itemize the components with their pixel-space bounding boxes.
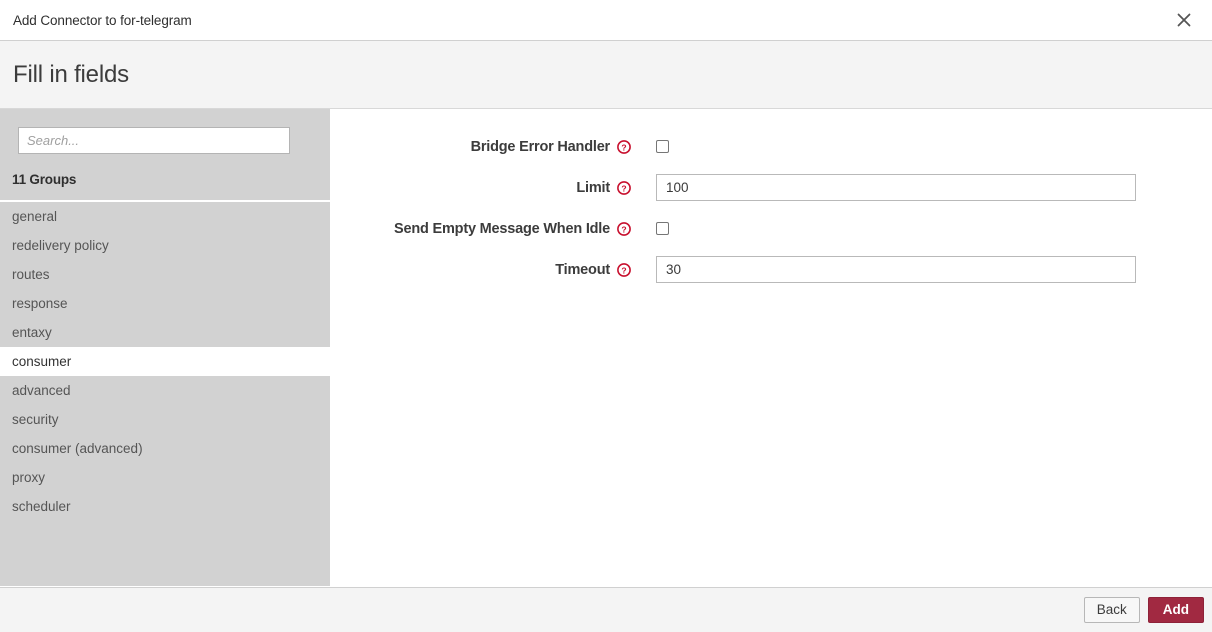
search-container xyxy=(0,109,330,154)
add-button[interactable]: Add xyxy=(1148,597,1204,623)
dialog-footer: Back Add xyxy=(0,587,1212,632)
field-label-timeout: Timeout xyxy=(330,262,610,278)
sidebar-filler xyxy=(0,554,330,587)
sidebar-item-label: routes xyxy=(12,267,50,282)
sidebar-item-security[interactable]: security xyxy=(0,405,330,434)
sidebar-item-label: consumer xyxy=(12,354,71,369)
dialog-body: 11 Groups general redelivery policy routes… xyxy=(0,109,1212,587)
help-circle-icon[interactable]: ? xyxy=(617,181,631,195)
svg-text:?: ? xyxy=(621,142,626,152)
form-row-timeout: Timeout? xyxy=(330,249,1212,290)
back-button[interactable]: Back xyxy=(1084,597,1140,623)
sidebar-item-label: response xyxy=(12,296,68,311)
sidebar-item-label: security xyxy=(12,412,59,427)
input-limit[interactable] xyxy=(656,174,1136,201)
field-label-limit: Limit xyxy=(330,180,610,196)
sidebar-item-response[interactable]: response xyxy=(0,289,330,318)
dialog-title: Add Connector to for-telegram xyxy=(13,13,192,28)
sidebar-item-advanced[interactable]: advanced xyxy=(0,376,330,405)
sidebar-item-routes[interactable]: routes xyxy=(0,260,330,289)
sidebar-item-proxy[interactable]: proxy xyxy=(0,463,330,492)
dialog-titlebar: Add Connector to for-telegram xyxy=(0,0,1212,41)
field-control-limit xyxy=(656,174,1136,201)
help-circle-icon[interactable]: ? xyxy=(617,222,631,236)
svg-text:?: ? xyxy=(621,183,626,193)
help-circle-icon[interactable]: ? xyxy=(617,263,631,277)
page-title: Fill in fields xyxy=(13,61,129,89)
add-connector-dialog: Add Connector to for-telegram Fill in fi… xyxy=(0,0,1212,632)
checkbox-bridge-error-handler[interactable] xyxy=(656,140,669,153)
sidebar-item-entaxy[interactable]: entaxy xyxy=(0,318,330,347)
sidebar-item-redelivery-policy[interactable]: redelivery policy xyxy=(0,231,330,260)
sidebar-item-scheduler[interactable]: scheduler xyxy=(0,492,330,521)
group-list: general redelivery policy routes response en… xyxy=(0,200,330,554)
fields-form: Bridge Error Handler?Limit?Send Empty Me… xyxy=(330,109,1212,587)
form-row-bridge-error-handler: Bridge Error Handler? xyxy=(330,126,1212,167)
sidebar-item-label: general xyxy=(12,209,57,224)
sidebar-item-label: entaxy xyxy=(12,325,52,340)
sidebar-item-consumer[interactable]: consumer xyxy=(0,347,330,376)
search-input[interactable] xyxy=(18,127,290,154)
groups-sidebar: 11 Groups general redelivery policy routes… xyxy=(0,109,330,586)
sidebar-item-label: advanced xyxy=(12,383,71,398)
checkbox-send-empty-message-when-idle[interactable] xyxy=(656,222,669,235)
sidebar-item-consumer-advanced-[interactable]: consumer (advanced) xyxy=(0,434,330,463)
sidebar-item-general[interactable]: general xyxy=(0,202,330,231)
close-icon[interactable] xyxy=(1170,6,1198,34)
field-control-bridge-error-handler xyxy=(656,140,669,153)
form-row-send-empty-message-when-idle: Send Empty Message When Idle? xyxy=(330,208,1212,249)
field-control-timeout xyxy=(656,256,1136,283)
svg-text:?: ? xyxy=(621,265,626,275)
groups-count-label: 11 Groups xyxy=(0,154,330,200)
field-label-send-empty-message-when-idle: Send Empty Message When Idle xyxy=(330,221,610,237)
help-circle-icon[interactable]: ? xyxy=(617,140,631,154)
field-control-send-empty-message-when-idle xyxy=(656,222,669,235)
sidebar-item-label: redelivery policy xyxy=(12,238,109,253)
field-label-bridge-error-handler: Bridge Error Handler xyxy=(330,139,610,155)
sidebar-item-label: proxy xyxy=(12,470,45,485)
input-timeout[interactable] xyxy=(656,256,1136,283)
sidebar-item-label: scheduler xyxy=(12,499,71,514)
svg-text:?: ? xyxy=(621,224,626,234)
step-header: Fill in fields xyxy=(0,41,1212,109)
form-row-limit: Limit? xyxy=(330,167,1212,208)
sidebar-item-label: consumer (advanced) xyxy=(12,441,143,456)
